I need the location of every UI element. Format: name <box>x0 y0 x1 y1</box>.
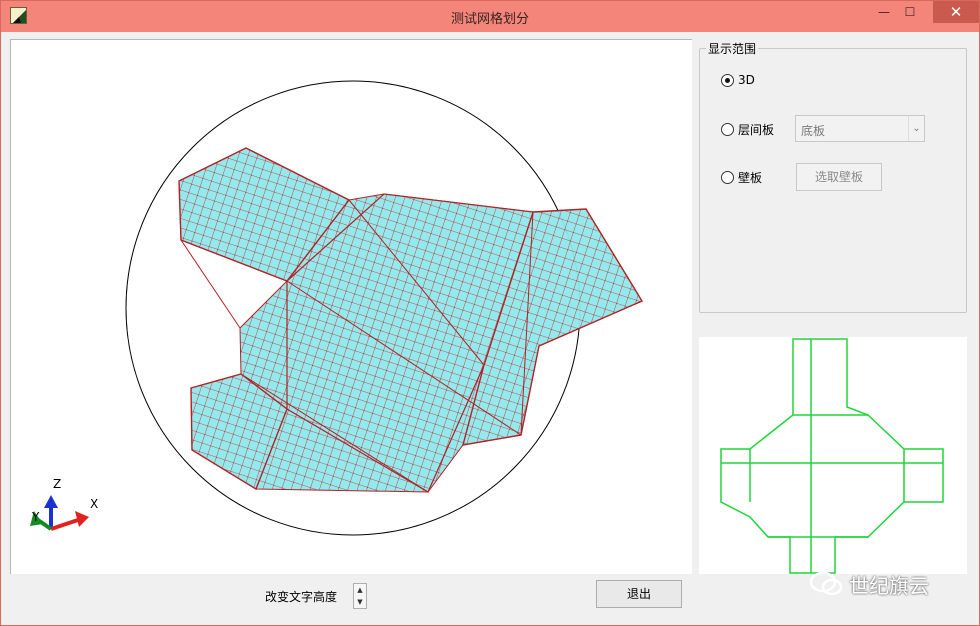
exit-button[interactable]: 退出 <box>596 580 682 608</box>
display-range-title: 显示范围 <box>706 40 759 57</box>
slab-select-value: 底板 <box>801 124 826 138</box>
main-window: 测试网格划分 — ☐ ✕ Z X Y 显示范围 3D 层间板 壁板 底板 ⌄ 选… <box>0 0 980 626</box>
radio-wall-panel[interactable]: 壁板 <box>721 169 762 186</box>
text-height-spinner[interactable]: ▲ ▼ <box>353 583 367 609</box>
radio-floor-slab[interactable]: 层间板 <box>721 121 774 138</box>
close-button[interactable]: ✕ <box>933 1 979 23</box>
spinner-down-icon[interactable]: ▼ <box>354 596 366 608</box>
z-axis-label: Z <box>53 477 62 491</box>
radio-3d-label: 3D <box>738 73 755 87</box>
radio-floor-slab-indicator[interactable] <box>721 123 734 136</box>
radio-floor-slab-label: 层间板 <box>738 123 775 137</box>
window-title: 测试网格划分 <box>450 12 529 27</box>
mesh-drawing <box>30 80 644 536</box>
spinner-up-icon[interactable]: ▲ <box>354 584 366 596</box>
text-height-label: 改变文字高度 <box>265 590 338 604</box>
mesh-viewport[interactable]: Z X Y <box>10 39 692 574</box>
radio-3d-indicator[interactable] <box>721 73 734 87</box>
plan-preview <box>699 337 967 574</box>
title-bar[interactable]: 测试网格划分 — ☐ ✕ <box>1 1 979 32</box>
watermark: 世纪旗云 <box>809 569 929 599</box>
y-axis-label: Y <box>32 510 40 524</box>
slab-select[interactable]: 底板 ⌄ <box>795 115 925 142</box>
radio-wall-panel-label: 壁板 <box>738 171 763 185</box>
radio-wall-panel-indicator[interactable] <box>721 171 734 184</box>
plan-outline <box>720 338 944 574</box>
pick-wall-button[interactable]: 选取壁板 <box>796 163 882 191</box>
mesh-model <box>178 147 644 493</box>
minimize-button[interactable]: — <box>871 1 897 23</box>
maximize-button[interactable]: ☐ <box>897 1 923 23</box>
watermark-text: 世纪旗云 <box>849 573 929 598</box>
x-axis-label: X <box>90 497 99 511</box>
chat-bubble-icon <box>809 571 843 596</box>
chevron-down-icon[interactable]: ⌄ <box>908 116 924 141</box>
radio-3d[interactable]: 3D <box>721 73 755 87</box>
